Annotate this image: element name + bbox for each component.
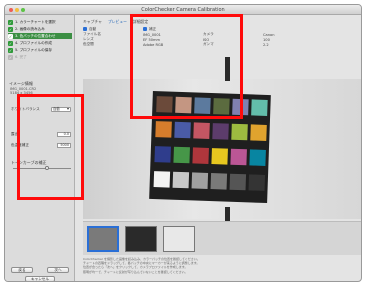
checkmark-icon: ✓ xyxy=(8,54,13,60)
color-patch xyxy=(193,122,210,139)
next-button[interactable]: 次へ xyxy=(47,267,69,273)
step-label: 6. 完了 xyxy=(15,54,27,59)
color-patch xyxy=(210,173,228,190)
stand-pole xyxy=(225,207,230,221)
info-cell: Canon xyxy=(263,32,275,37)
highlight-box-preview xyxy=(130,14,243,119)
color-patch xyxy=(191,172,209,189)
color-patch xyxy=(251,99,268,116)
color-patch xyxy=(173,146,190,164)
tab-preview[interactable]: プレビュー xyxy=(108,19,127,25)
step-label: 2. 画像の読み込み xyxy=(15,26,45,31)
step-label: 1. カラーチャートを選択 xyxy=(15,19,56,24)
checkbox-icon xyxy=(83,27,87,31)
info-cell: 100 xyxy=(263,37,270,42)
checkmark-icon: ✓ xyxy=(8,33,13,39)
step-item[interactable]: ✓ 5. プロファイルの保存 xyxy=(8,47,72,53)
step-item[interactable]: ✓ 4. プロファイルの作成 xyxy=(8,40,72,46)
color-patch xyxy=(172,171,190,189)
color-patch xyxy=(153,171,171,188)
step-label: 3. 色パッチの位置合わせ xyxy=(15,33,56,38)
thumb-original[interactable] xyxy=(87,226,119,252)
color-patch xyxy=(229,173,247,191)
thumb-light[interactable] xyxy=(163,226,195,252)
color-patch xyxy=(211,148,228,165)
color-patch xyxy=(249,149,266,166)
description-line: 照明が均一で、チャートに反射が写り込んでいないことを確認してください。 xyxy=(83,269,188,274)
checkmark-icon: ✓ xyxy=(8,26,13,32)
description-text: ColorChecker を撮影した画像を読み込み、カラーパッチの位置を確認して… xyxy=(83,257,361,274)
window-title: ColorChecker Camera Calibration xyxy=(141,7,225,13)
color-patch xyxy=(231,123,248,141)
checkmark-icon: ✓ xyxy=(8,19,13,25)
thumb-dark[interactable] xyxy=(125,226,157,252)
checkmark-icon: ✓ xyxy=(8,40,13,46)
color-patch xyxy=(212,123,229,140)
step-label: 5. プロファイルの保存 xyxy=(15,47,52,52)
step-item[interactable]: ✓ 6. 完了 xyxy=(8,54,72,60)
color-patch xyxy=(248,174,266,191)
color-patch xyxy=(230,148,247,166)
step-item[interactable]: ✓ 1. カラーチャートを選択 xyxy=(8,19,72,25)
color-patch xyxy=(155,121,172,138)
step-item[interactable]: ✓ 2. 画像の読み込み xyxy=(8,26,72,32)
checkmark-icon: ✓ xyxy=(8,47,13,53)
highlight-box-settings xyxy=(17,94,84,200)
tab-capture[interactable]: キャプチャ xyxy=(83,19,102,25)
step-item[interactable]: ✓ 3. 色パッチの位置合わせ xyxy=(8,33,72,39)
cancel-button[interactable]: キャンセル xyxy=(25,276,55,281)
info-cell: 2.2 xyxy=(263,42,269,47)
back-button[interactable]: 戻る xyxy=(11,267,33,273)
thumbnail-strip xyxy=(83,221,361,255)
color-patch xyxy=(174,121,191,139)
color-patch xyxy=(250,124,267,141)
color-patch xyxy=(192,147,209,164)
color-patch xyxy=(154,146,171,163)
step-label: 4. プロファイルの作成 xyxy=(15,40,52,45)
